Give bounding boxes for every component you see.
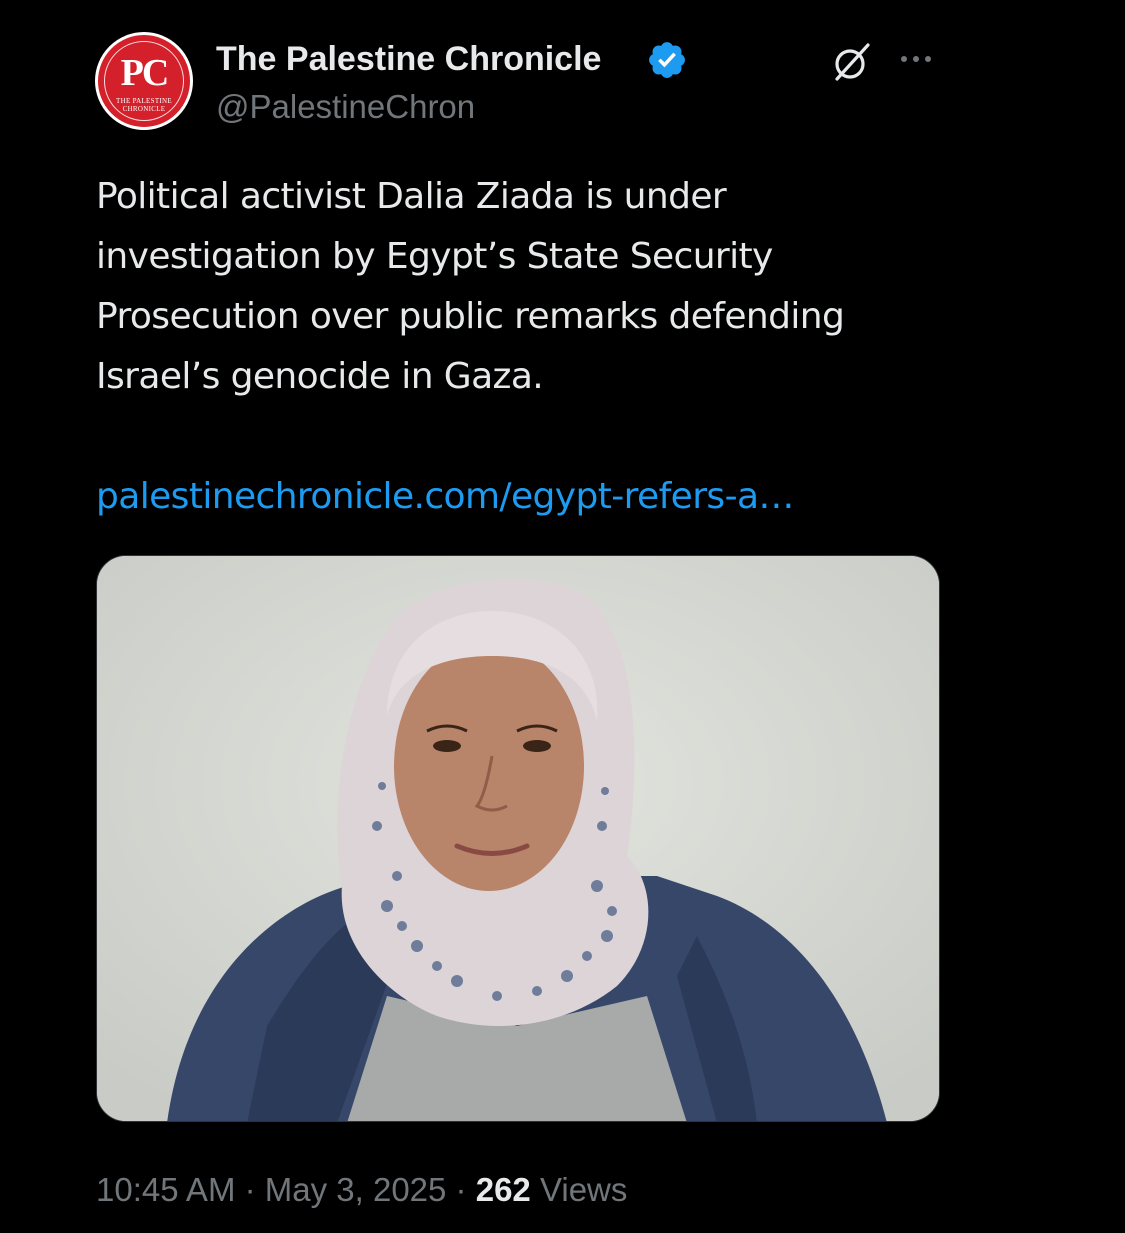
tweet-link[interactable]: palestinechronicle.com/egypt-refers-a… — [96, 467, 794, 527]
meta-separator: · — [446, 1171, 476, 1208]
avatar-subtitle: THE PALESTINE CHRONICLE — [98, 97, 190, 113]
views-label: Views — [530, 1171, 628, 1208]
views-count: 262 — [475, 1171, 531, 1208]
avatar-subtitle-line1: THE PALESTINE — [116, 97, 172, 105]
tweet-date[interactable]: May 3, 2025 — [265, 1171, 447, 1208]
tweet-time[interactable]: 10:45 AM — [96, 1171, 235, 1208]
tweet-text: Political activist Dalia Ziada is under … — [96, 176, 845, 397]
avatar-monogram: PC — [120, 52, 170, 94]
meta-separator: · — [235, 1171, 265, 1208]
author-avatar[interactable]: PC THE PALESTINE CHRONICLE — [95, 32, 193, 130]
tweet-meta: 10:45 AM · May 3, 2025 · 262 Views — [96, 1168, 627, 1212]
grok-icon[interactable] — [828, 38, 876, 86]
author-name[interactable]: The Palestine Chronicle — [216, 38, 601, 80]
verified-badge-icon — [649, 42, 685, 78]
more-options-icon[interactable] — [895, 44, 937, 74]
portrait-photo — [97, 556, 939, 1121]
tweet-media-image[interactable] — [96, 555, 940, 1122]
author-handle[interactable]: @PalestineChron — [216, 86, 475, 128]
avatar-subtitle-line2: CHRONICLE — [122, 105, 166, 113]
